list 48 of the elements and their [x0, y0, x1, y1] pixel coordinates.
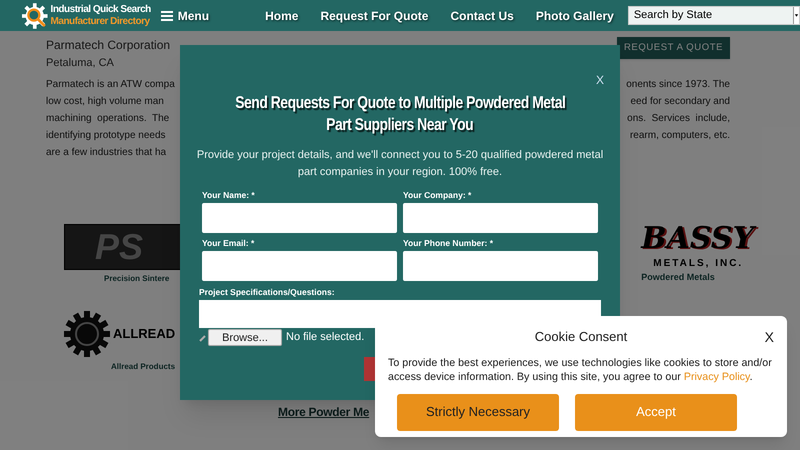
nav-link[interactable]: Photo Gallery [536, 6, 614, 24]
browse-button[interactable]: Browse... [208, 329, 282, 346]
logo-wordmark: BASSY [641, 224, 754, 254]
description-text: machining operations. The [46, 112, 170, 126]
description-text: rearm, computers, etc. [630, 129, 730, 143]
nav-link[interactable]: Request For Quote [320, 6, 428, 24]
modal-title: Part Suppliers Near You [326, 114, 474, 136]
state-select[interactable]: Search by State [628, 6, 800, 25]
close-button[interactable]: X [764, 327, 774, 348]
menu-button[interactable]: Menu [160, 6, 210, 24]
cookie-text: To provide the best experiences, we use technologies like cookies to store and/or access device information. By using this site, you agree to our Privacy Policy. [388, 356, 773, 384]
logo-title[interactable]: Industrial Quick Search [50, 4, 151, 16]
field-label: Your Email: * [202, 237, 256, 249]
logo-caption: Precision Sintere [104, 273, 170, 285]
file-status: No file selected. [286, 330, 364, 346]
description-text: eed for secondary and [630, 95, 730, 109]
nav-link[interactable]: Contact Us [450, 6, 514, 24]
logo-wordmark: ALLREAD [113, 325, 176, 344]
company-location: Petaluma, CA [46, 56, 114, 71]
field-label: Project Specifications/Questions: [199, 286, 336, 298]
description-text: Parmatech is an ATW compa [46, 78, 175, 92]
nav-link[interactable]: Home [265, 6, 298, 24]
modal-intro: part companies in your region. 100% free. [298, 165, 502, 180]
input-field[interactable] [202, 203, 397, 233]
request-quote-button[interactable]: REQUEST A QUOTE [617, 37, 730, 59]
input-field[interactable] [403, 251, 598, 281]
description-text: onents since 1973. The [626, 78, 730, 92]
field-label: Your Company: * [403, 189, 472, 201]
description-text: low cost, high volume man [46, 95, 164, 109]
cookie-title: Cookie Consent [534, 328, 628, 346]
company-name: Parmatech Corporation [46, 37, 170, 53]
close-button[interactable]: X [596, 71, 604, 89]
logo-caption: Allread Products [111, 361, 176, 373]
consent-button[interactable]: Strictly Necessary [397, 394, 559, 430]
logo-subtitle: METALS, INC. [653, 257, 744, 271]
modal-title: Send Requests For Quote to Multiple Powdered Metal [234, 92, 566, 114]
menu-icon [160, 10, 173, 20]
modal-intro: Provide your project details, and we'll connect you to 5-20 qualified powdered metal [196, 148, 604, 163]
field-label: Your Name: * [202, 189, 256, 201]
input-field[interactable] [403, 203, 598, 233]
description-text: identifying prototype needs [46, 129, 166, 143]
description-text: are a few industries that ha [46, 146, 166, 160]
field-label: Your Phone Number: * [403, 237, 494, 249]
description-text: ons. Services include, [627, 112, 730, 126]
gear-icon [64, 311, 110, 357]
more-link[interactable]: More Powder Me [278, 403, 370, 421]
logo-caption: Powdered Metals [641, 271, 715, 284]
input-field[interactable] [202, 251, 397, 281]
